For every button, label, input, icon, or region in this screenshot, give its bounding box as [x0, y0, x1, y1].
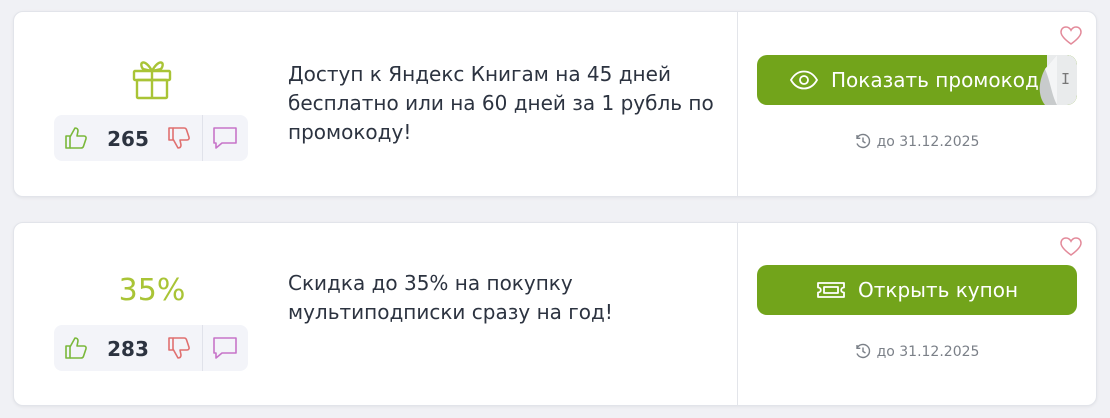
expiry-date: до 31.12.2025 [737, 133, 1097, 150]
clock-icon [855, 343, 870, 359]
discount-badge: 35% [118, 273, 186, 308]
thumbs-down-icon[interactable] [166, 125, 192, 151]
open-coupon-button[interactable]: Открыть купон [757, 265, 1077, 315]
ticket-icon [817, 282, 845, 298]
comment-icon[interactable] [212, 335, 238, 361]
card-divider [737, 223, 738, 405]
expiry-text: до 31.12.2025 [876, 134, 980, 150]
button-label: Показать промокод [831, 68, 1039, 92]
vote-count: 283 [107, 337, 149, 361]
thumbs-up-icon[interactable] [63, 125, 89, 151]
offer-card: 265 Доступ к Яндекс Книгам на 45 дней бе… [13, 11, 1097, 197]
offer-title[interactable]: Доступ к Яндекс Книгам на 45 дней беспла… [288, 60, 728, 147]
vote-panel: 283 [54, 325, 248, 371]
comment-icon[interactable] [212, 125, 238, 151]
show-promo-code-button[interactable]: Показать промокод I [757, 55, 1077, 105]
offer-badge-column: 35% 283 [14, 223, 290, 405]
offer-card: 35% 283 Скидка до 35% на покупку мультип… [13, 222, 1097, 406]
vote-panel: 265 [54, 115, 248, 161]
eye-icon [789, 70, 819, 90]
offer-title[interactable]: Скидка до 35% на покупку мультиподписки … [288, 269, 728, 327]
vote-divider [202, 325, 203, 371]
button-label: Открыть купон [857, 278, 1019, 302]
gift-icon [132, 61, 172, 100]
offer-badge-column: 265 [14, 12, 290, 196]
expiry-text: до 31.12.2025 [876, 344, 980, 360]
card-divider [737, 12, 738, 196]
vote-count: 265 [107, 127, 149, 151]
heart-icon[interactable] [1060, 237, 1082, 257]
heart-icon[interactable] [1060, 26, 1082, 46]
thumbs-up-icon[interactable] [63, 335, 89, 361]
thumbs-down-icon[interactable] [166, 335, 192, 361]
page-curl [1039, 55, 1057, 105]
vote-divider [202, 115, 203, 161]
promo-code-fragment: I [1060, 70, 1070, 88]
clock-icon [855, 133, 870, 149]
expiry-date: до 31.12.2025 [737, 343, 1097, 360]
